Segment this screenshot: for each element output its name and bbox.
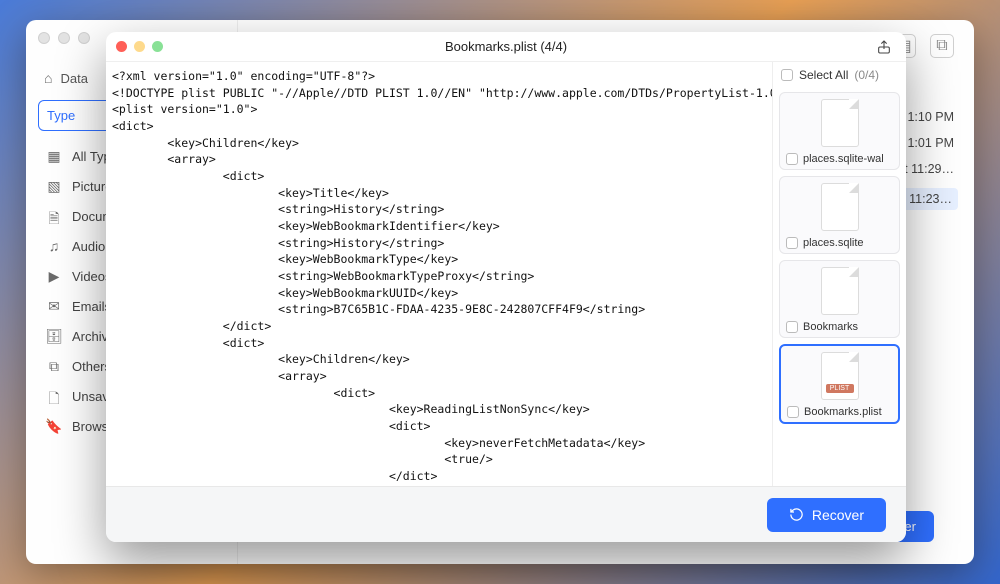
maximize-icon[interactable] bbox=[152, 41, 163, 52]
min-dot-dim[interactable] bbox=[58, 32, 70, 44]
image-icon: ▧ bbox=[46, 178, 62, 194]
recover-button-label: Recover bbox=[812, 507, 864, 523]
document-icon: 🗎 bbox=[46, 208, 62, 224]
others-icon: ⧉ bbox=[46, 358, 62, 374]
thumb-bookmarks[interactable]: Bookmarks bbox=[779, 260, 900, 338]
preview-modal: Bookmarks.plist (4/4) <?xml version="1.0… bbox=[106, 32, 906, 542]
close-icon[interactable] bbox=[116, 41, 127, 52]
minimize-icon[interactable] bbox=[134, 41, 145, 52]
share-icon[interactable] bbox=[876, 39, 892, 58]
file-icon bbox=[821, 99, 859, 147]
modal-titlebar: Bookmarks.plist (4/4) bbox=[106, 32, 906, 62]
modal-traffic-lights bbox=[116, 41, 163, 52]
mail-icon: ✉ bbox=[46, 298, 62, 314]
file-icon: PLIST bbox=[821, 352, 859, 400]
file-icon bbox=[821, 267, 859, 315]
sidebar-home-label: Data bbox=[60, 71, 87, 86]
thumb-checkbox[interactable] bbox=[787, 406, 799, 418]
modal-footer: Recover bbox=[106, 486, 906, 542]
bookmark-icon: 🔖 bbox=[46, 418, 62, 434]
modal-title: Bookmarks.plist (4/4) bbox=[445, 39, 567, 54]
thumb-checkbox[interactable] bbox=[786, 321, 798, 333]
thumb-places-wal[interactable]: places.sqlite-wal bbox=[779, 92, 900, 170]
thumb-label: Bookmarks.plist bbox=[804, 406, 882, 418]
video-icon: ▶ bbox=[46, 268, 62, 284]
sidebar-type-label: Type bbox=[47, 108, 75, 123]
select-all-label: Select All bbox=[799, 68, 848, 82]
music-icon: ♫ bbox=[46, 238, 62, 254]
thumb-label: places.sqlite bbox=[803, 237, 864, 249]
thumb-checkbox[interactable] bbox=[786, 237, 798, 249]
close-dot-dim[interactable] bbox=[38, 32, 50, 44]
thumb-checkbox[interactable] bbox=[786, 153, 798, 165]
unsaved-icon: 🗋 bbox=[46, 388, 62, 404]
modal-body: <?xml version="1.0" encoding="UTF-8"?> <… bbox=[106, 62, 906, 486]
select-all-count: (0/4) bbox=[854, 68, 879, 82]
plist-badge: PLIST bbox=[826, 384, 854, 393]
archive-icon: 🗄 bbox=[46, 328, 62, 344]
thumb-bookmarks-plist[interactable]: PLIST Bookmarks.plist bbox=[779, 344, 900, 424]
thumbnail-pane: Select All (0/4) places.sqlite-wal place… bbox=[772, 62, 906, 486]
home-icon: ⌂ bbox=[44, 70, 52, 86]
thumb-label: places.sqlite-wal bbox=[803, 153, 884, 165]
grid-icon: ▦ bbox=[46, 148, 62, 164]
window-traffic-lights bbox=[38, 32, 90, 44]
refresh-icon bbox=[789, 507, 804, 522]
recover-button[interactable]: Recover bbox=[767, 498, 886, 532]
select-all-checkbox[interactable] bbox=[781, 69, 793, 81]
thumb-label: Bookmarks bbox=[803, 321, 858, 333]
select-all-row[interactable]: Select All (0/4) bbox=[779, 68, 900, 86]
code-preview[interactable]: <?xml version="1.0" encoding="UTF-8"?> <… bbox=[106, 62, 772, 486]
sidebar-item-label: Audio bbox=[72, 239, 105, 254]
file-icon bbox=[821, 183, 859, 231]
thumb-places[interactable]: places.sqlite bbox=[779, 176, 900, 254]
max-dot-dim[interactable] bbox=[78, 32, 90, 44]
